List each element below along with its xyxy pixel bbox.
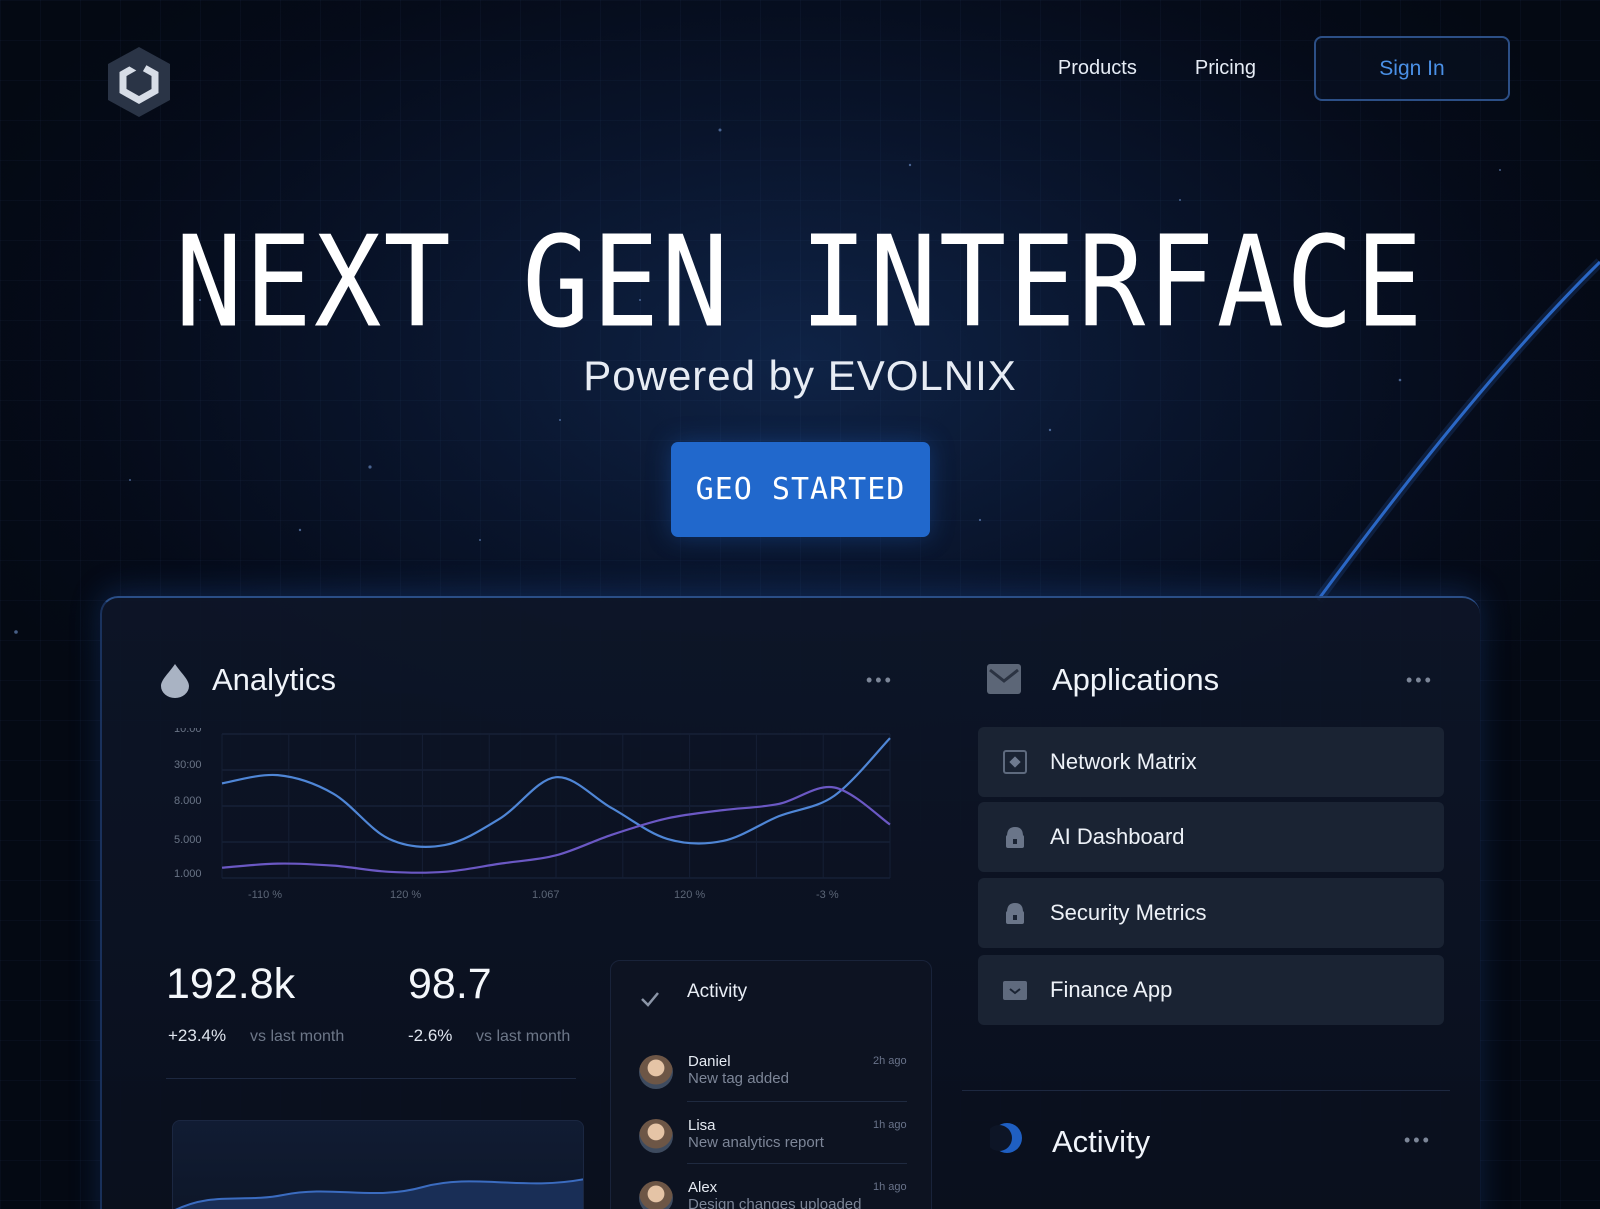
activity-desc: New tag added [688, 1070, 789, 1087]
activity-feed-title: Activity [687, 981, 748, 1002]
applications-title: Applications [1052, 662, 1220, 697]
y-tick-label: 8.000 [174, 795, 202, 807]
logo-icon[interactable] [104, 45, 174, 119]
activity-time: 1h ago [873, 1181, 907, 1193]
lock-icon [1002, 900, 1028, 926]
activity-time: 1h ago [873, 1119, 907, 1131]
activity-desc: Design changes uploaded [688, 1196, 862, 1209]
droplet-icon [161, 664, 189, 698]
analytics-line-chart: 10:00 30:00 8.000 5.000 1.000 -110 % 120 % 1.06… [168, 723, 908, 916]
get-started-button[interactable]: GEO STARTED [671, 442, 930, 537]
activity-user: Alex [688, 1179, 718, 1196]
app-label: Finance App [1050, 977, 1173, 1002]
x-tick-label: -110 % [248, 889, 282, 901]
analytics-more-button[interactable]: ••• [866, 670, 894, 691]
divider [962, 1090, 1450, 1091]
app-item-ai-dashboard[interactable]: AI Dashboard [978, 802, 1444, 872]
activity-panel-more-button[interactable]: ••• [1404, 1130, 1432, 1151]
y-tick-label: 1.000 [174, 868, 202, 880]
y-tick-label: 30:00 [174, 759, 202, 771]
stat-value-1: 192.8k [166, 960, 296, 1008]
stat-compare-2: vs last month [476, 1028, 571, 1045]
nav-products[interactable]: Products [1058, 57, 1137, 80]
x-tick-label: 120 % [674, 889, 705, 901]
finance-icon [1002, 977, 1028, 1003]
divider [687, 1101, 907, 1102]
y-tick-label: 10:00 [174, 728, 202, 735]
check-icon [641, 992, 659, 1007]
activity-item[interactable]: Lisa New analytics report 1h ago [611, 1117, 933, 1179]
stat-delta-2: -2.6% [408, 1026, 453, 1045]
activity-item[interactable]: Daniel New tag added 2h ago [611, 1053, 933, 1115]
x-tick-label: -3 % [816, 889, 839, 901]
nav-pricing[interactable]: Pricing [1195, 57, 1256, 80]
analytics-title: Analytics [212, 662, 337, 697]
hero-subtitle: Powered by EVOLNIX [583, 352, 1017, 399]
activity-panel-title: Activity [1052, 1124, 1151, 1159]
avatar [639, 1181, 673, 1209]
activity-user: Lisa [688, 1117, 716, 1134]
activity-desc: New analytics report [688, 1134, 824, 1151]
y-tick-label: 5.000 [174, 834, 202, 846]
mini-area-svg [175, 1178, 583, 1209]
activity-user: Daniel [688, 1053, 731, 1070]
app-item-network-matrix[interactable]: Network Matrix [978, 727, 1444, 797]
hero-title: NEXT GEN INTERFACE [175, 210, 1425, 356]
avatar [639, 1055, 673, 1089]
app-label: Security Metrics [1050, 900, 1207, 925]
applications-more-button[interactable]: ••• [1406, 670, 1434, 691]
activity-item[interactable]: Alex Design changes uploaded 1h ago [611, 1179, 933, 1209]
divider [687, 1163, 907, 1164]
moon-icon [990, 1123, 1022, 1153]
app-item-security-metrics[interactable]: Security Metrics [978, 878, 1444, 948]
mini-area-chart [172, 1120, 584, 1209]
line-chart-svg: 10:00 30:00 8.000 5.000 1.000 -110 % 120 % 1.06… [174, 723, 891, 901]
sign-in-button[interactable]: Sign In [1314, 36, 1510, 101]
app-item-finance-app[interactable]: Finance App [978, 955, 1444, 1025]
avatar [639, 1119, 673, 1153]
top-nav: Products Pricing Sign In [1058, 36, 1510, 101]
x-tick-label: 1.067 [532, 889, 560, 901]
divider [166, 1078, 576, 1079]
network-icon [1002, 749, 1028, 775]
mail-icon [987, 664, 1021, 694]
app-label: Network Matrix [1050, 749, 1197, 774]
lock-icon [1002, 824, 1028, 850]
activity-time: 2h ago [873, 1055, 907, 1067]
stat-delta-1: +23.4% [168, 1026, 227, 1045]
x-tick-label: 120 % [390, 889, 421, 901]
activity-feed-card: Activity Daniel New tag added 2h ago Lis… [610, 960, 932, 1209]
stat-compare-1: vs last month [250, 1028, 345, 1045]
app-label: AI Dashboard [1050, 824, 1185, 849]
stat-value-2: 98.7 [408, 960, 492, 1008]
